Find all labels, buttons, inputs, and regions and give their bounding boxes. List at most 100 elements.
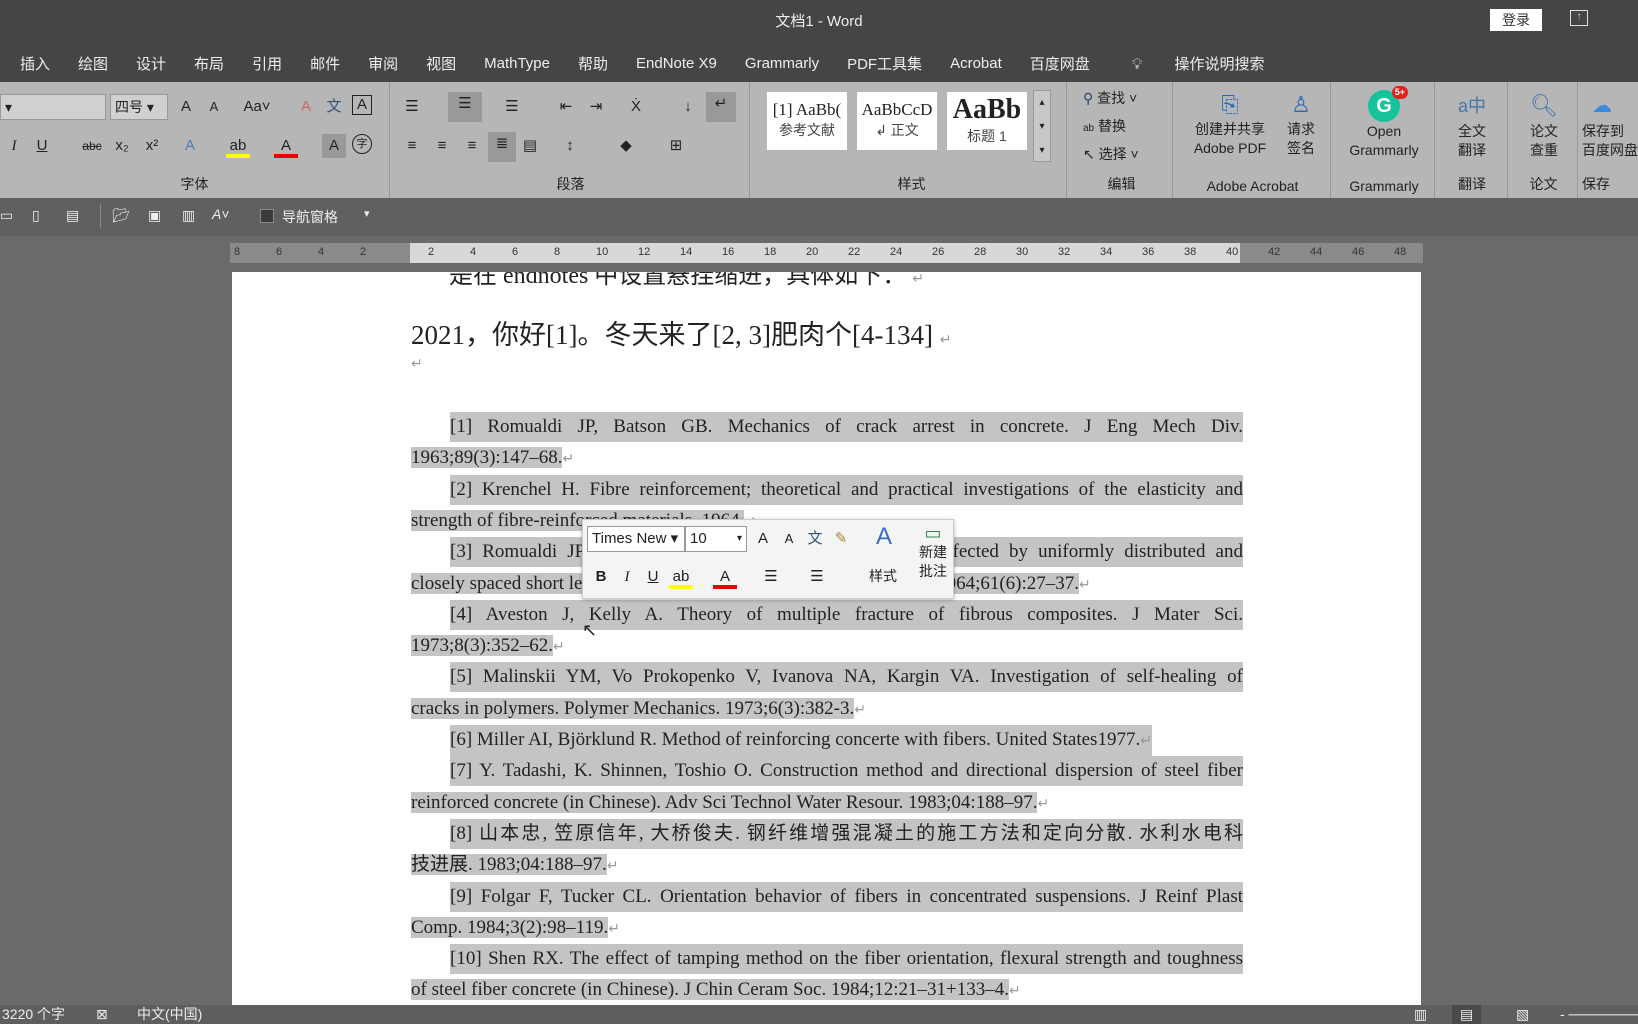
tab[interactable]: MathType bbox=[470, 55, 564, 72]
font-size-combo[interactable]: 四号 ▾ bbox=[110, 94, 168, 120]
styles-scroll[interactable]: ▴ ▾ ▾ bbox=[1033, 90, 1051, 162]
mini-styles-button[interactable]: 样式 bbox=[869, 566, 897, 586]
numbering-icon[interactable]: ☰ bbox=[448, 92, 482, 122]
replace-button[interactable]: ab 替换 bbox=[1083, 116, 1126, 136]
shrink-font-icon[interactable]: A bbox=[202, 95, 226, 119]
mini-shrink-font-icon[interactable]: A bbox=[777, 527, 801, 551]
char-shading-icon[interactable]: A bbox=[322, 134, 346, 158]
mini-italic-icon[interactable]: I bbox=[615, 565, 639, 589]
show-marks-icon[interactable]: ↵ bbox=[706, 92, 736, 122]
web-layout-icon[interactable]: ▧ bbox=[1516, 1005, 1529, 1024]
enclose-char-icon[interactable]: 字 bbox=[352, 134, 372, 154]
shading-icon[interactable]: ◆ bbox=[614, 134, 638, 158]
strikethrough-icon[interactable]: abc bbox=[80, 134, 104, 158]
tab[interactable]: PDF工具集 bbox=[833, 53, 936, 74]
multilevel-list-icon[interactable]: ☰ bbox=[500, 95, 524, 119]
text-effects-icon[interactable]: A bbox=[178, 134, 202, 158]
char-border-icon[interactable]: A bbox=[352, 95, 372, 115]
save-to-baidu-button[interactable]: ☁ 保存到 百度网盘 bbox=[1580, 90, 1638, 160]
line-spacing-icon[interactable]: ↕ bbox=[558, 134, 582, 158]
clear-format-icon[interactable]: A bbox=[294, 95, 318, 119]
superscript-icon[interactable]: x² bbox=[140, 134, 164, 158]
increase-indent-icon[interactable]: ⇥ bbox=[584, 95, 608, 119]
find-button[interactable]: ⚲ 查找 ˅ bbox=[1083, 88, 1137, 108]
grow-font-icon[interactable]: A bbox=[174, 95, 198, 119]
login-button[interactable]: 登录 bbox=[1490, 9, 1542, 31]
device-icon[interactable]: ▯ bbox=[32, 207, 40, 224]
mini-grow-font-icon[interactable]: A bbox=[751, 527, 775, 551]
justify-icon[interactable]: ≣ bbox=[488, 132, 516, 162]
tab[interactable]: 帮助 bbox=[564, 53, 622, 74]
comment-icon[interactable]: ▭ bbox=[0, 207, 13, 224]
format-painter-icon[interactable]: ✎ bbox=[829, 527, 853, 551]
tab[interactable]: Grammarly bbox=[731, 55, 833, 72]
tab[interactable]: 视图 bbox=[412, 53, 470, 74]
read-mode-icon[interactable]: ▥ bbox=[1414, 1005, 1427, 1024]
new-comment-button[interactable]: ▭ 新建 批注 bbox=[913, 524, 953, 581]
save-as-icon[interactable]: ▣ bbox=[148, 207, 161, 224]
styles-icon[interactable]: A bbox=[869, 525, 899, 549]
textbox-icon[interactable]: ▤ bbox=[66, 207, 79, 224]
create-pdf-button[interactable]: ⎘ 创建并共享 Adobe PDF bbox=[1185, 90, 1275, 158]
spelling-icon[interactable]: A˅ bbox=[212, 206, 230, 222]
sort-icon[interactable]: ↓ bbox=[676, 95, 700, 119]
align-right-icon[interactable]: ≡ bbox=[460, 134, 484, 158]
request-sign-button[interactable]: ♙ 请求 签名 bbox=[1279, 90, 1323, 158]
font-name-combo[interactable]: ▾ bbox=[0, 94, 106, 120]
print-layout-icon[interactable]: ▤ bbox=[1452, 1005, 1482, 1024]
open-folder-icon[interactable]: 📂︎ bbox=[112, 207, 130, 224]
select-button[interactable]: ↖ 选择 ˅ bbox=[1083, 144, 1139, 164]
change-case-icon[interactable]: Aa˅ bbox=[240, 95, 274, 119]
mini-underline-icon[interactable]: U bbox=[641, 565, 665, 589]
tab[interactable]: 绘图 bbox=[64, 53, 122, 74]
document-page[interactable]: 是在 endnotes 中设置悬挂缩进，具体如下： ↵ 2021，你好[1]。冬… bbox=[232, 272, 1421, 1005]
ribbon-display-icon[interactable]: ↑ bbox=[1570, 10, 1588, 26]
word-count[interactable]: 3220 个字 bbox=[2, 1005, 65, 1024]
mini-bullets-icon[interactable]: ☰ bbox=[759, 565, 783, 589]
proofing-icon[interactable]: ⊠ bbox=[96, 1005, 108, 1024]
style-normal[interactable]: AaBbCcD ↲ 正文 bbox=[857, 92, 937, 150]
customize-qat-icon[interactable]: ▾ bbox=[364, 207, 370, 220]
tab[interactable]: 设计 bbox=[122, 53, 180, 74]
distributed-icon[interactable]: ▤ bbox=[518, 134, 542, 158]
language-indicator[interactable]: 中文(中国) bbox=[137, 1005, 202, 1024]
underline-icon[interactable]: U bbox=[30, 134, 54, 158]
style-heading-1[interactable]: AaBb 标题 1 bbox=[947, 92, 1027, 150]
tab[interactable]: 邮件 bbox=[296, 53, 354, 74]
tell-me-search[interactable]: 💡︎ 操作说明搜索 bbox=[1104, 53, 1293, 74]
decrease-indent-icon[interactable]: ⇤ bbox=[554, 95, 578, 119]
tab[interactable]: Acrobat bbox=[936, 55, 1016, 72]
style-references[interactable]: [1] AaBb(参考文献 bbox=[767, 92, 847, 150]
open-grammarly-button[interactable]: G 5+ Open Grammarly bbox=[1334, 86, 1434, 160]
bullets-icon[interactable]: ☰ bbox=[400, 95, 424, 119]
nav-pane-checkbox[interactable] bbox=[260, 209, 274, 223]
horizontal-ruler[interactable]: 8 6 4 2 2 4 6 8 10 12 14 16 18 20 22 24 26 28 30 32 34 36 38 40… bbox=[230, 243, 1423, 263]
align-left-icon[interactable]: ≡ bbox=[400, 134, 424, 158]
tab[interactable]: 插入 bbox=[6, 53, 64, 74]
phonetic-guide-icon[interactable]: 文 bbox=[322, 95, 346, 119]
full-translate-button[interactable]: a中 全文 翻译 bbox=[1437, 90, 1507, 160]
font-color-icon[interactable]: A bbox=[274, 134, 298, 158]
plagiarism-check-button[interactable]: 🔍︎ 论文 查重 bbox=[1510, 90, 1578, 160]
mini-size-combo[interactable]: 10 ▾ bbox=[685, 526, 747, 552]
tab[interactable]: 审阅 bbox=[354, 53, 412, 74]
properties-icon[interactable]: ▥ bbox=[182, 207, 195, 224]
title-bar: 文档1 - Word 登录 ↑ bbox=[0, 0, 1638, 44]
subscript-icon[interactable]: x₂ bbox=[110, 134, 134, 158]
mini-numbering-icon[interactable]: ☰ bbox=[805, 565, 829, 589]
mini-phonetic-icon[interactable]: 文 bbox=[803, 527, 827, 551]
borders-icon[interactable]: ⊞ bbox=[664, 134, 688, 158]
tab[interactable]: EndNote X9 bbox=[622, 55, 731, 72]
tab[interactable]: 引用 bbox=[238, 53, 296, 74]
char-scaling-icon[interactable]: Ẋ bbox=[624, 95, 648, 119]
zoom-slider[interactable]: - ─────── bbox=[1560, 1005, 1638, 1024]
highlight-icon[interactable]: ab bbox=[226, 134, 250, 158]
tab[interactable]: 布局 bbox=[180, 53, 238, 74]
mini-font-color-icon[interactable]: A bbox=[713, 565, 737, 589]
italic-icon[interactable]: I bbox=[2, 134, 26, 158]
mini-font-combo[interactable]: Times New ▾ bbox=[587, 526, 685, 552]
mini-bold-icon[interactable]: B bbox=[589, 565, 613, 589]
tab[interactable]: 百度网盘 bbox=[1016, 53, 1104, 74]
mini-highlight-icon[interactable]: ab bbox=[669, 565, 693, 589]
align-center-icon[interactable]: ≡ bbox=[430, 134, 454, 158]
